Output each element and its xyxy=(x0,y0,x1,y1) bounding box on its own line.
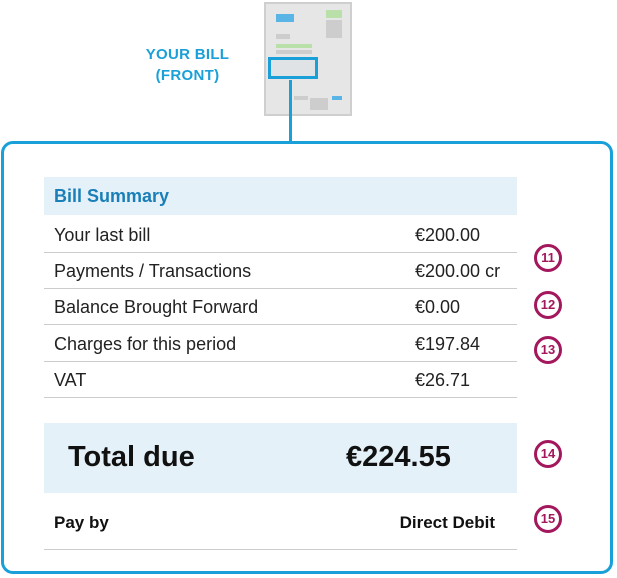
row-label: VAT xyxy=(54,370,87,390)
summary-row: Balance Brought Forward €0.00 xyxy=(44,289,517,325)
thumbnail-block xyxy=(310,98,328,110)
total-amount: €224.55 xyxy=(346,441,451,473)
thumbnail-block xyxy=(326,20,342,38)
row-label: Charges for this period xyxy=(54,334,237,354)
caption-line-2: (FRONT) xyxy=(155,67,220,84)
summary-title: Bill Summary xyxy=(54,186,170,206)
callout-marker-11: 11 xyxy=(534,244,562,272)
callout-marker-12: 12 xyxy=(534,291,562,319)
thumbnail-logo xyxy=(276,14,294,22)
thumbnail-caption: YOUR BILL (FRONT) xyxy=(120,44,255,86)
thumbnail-highlight xyxy=(268,57,318,79)
callout-marker-15: 15 xyxy=(534,505,562,533)
row-amount: €200.00 cr xyxy=(415,261,501,281)
pay-by-label: Pay by xyxy=(54,513,109,532)
thumbnail-green-block xyxy=(326,10,342,18)
total-due-box: Total due €224.55 xyxy=(44,423,517,493)
row-label: Your last bill xyxy=(54,225,151,245)
row-label: Payments / Transactions xyxy=(54,261,252,281)
caption-line-1: YOUR BILL xyxy=(145,46,230,63)
pay-by-row: Pay by Direct Debit xyxy=(44,500,517,550)
row-label: Balance Brought Forward xyxy=(54,297,259,317)
thumbnail-block xyxy=(294,96,308,100)
callout-marker-14: 14 xyxy=(534,440,562,468)
summary-row: Charges for this period €197.84 xyxy=(44,326,517,362)
summary-row: Your last bill €200.00 xyxy=(44,217,517,253)
summary-row: VAT €26.71 xyxy=(44,362,517,398)
connector-line xyxy=(289,80,292,142)
row-amount: €26.71 xyxy=(415,370,471,390)
thumbnail-block xyxy=(276,50,312,54)
thumbnail-block xyxy=(332,96,342,100)
summary-row: Payments / Transactions €200.00 cr xyxy=(44,253,517,289)
total-label: Total due xyxy=(68,441,195,473)
callout-marker-13: 13 xyxy=(534,336,562,364)
thumbnail-green-block xyxy=(276,44,312,48)
bill-thumbnail xyxy=(264,2,352,116)
summary-header: Bill Summary xyxy=(44,177,517,215)
row-amount: €0.00 xyxy=(415,297,461,317)
pay-by-value: Direct Debit xyxy=(399,513,495,532)
row-amount: €200.00 xyxy=(415,225,481,245)
row-amount: €197.84 xyxy=(415,334,481,354)
thumbnail-block xyxy=(276,34,290,39)
